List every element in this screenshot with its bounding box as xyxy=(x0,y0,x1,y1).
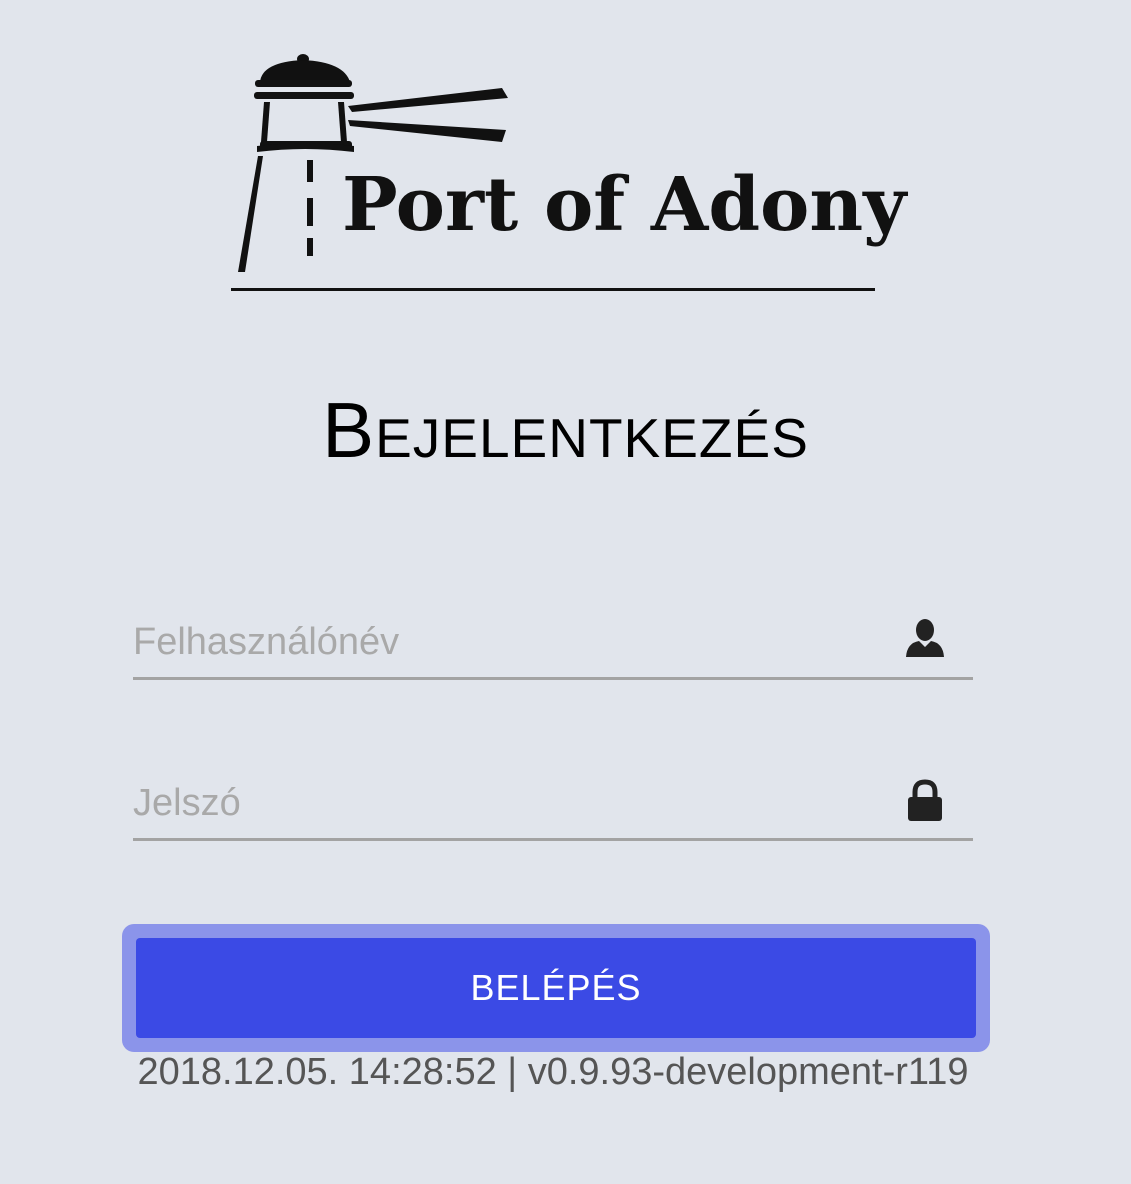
password-input[interactable] xyxy=(133,776,873,830)
logo-underline xyxy=(231,288,875,291)
version-info: 2018.12.05. 14:28:52 | v0.9.93-developme… xyxy=(137,1051,969,1093)
username-input[interactable] xyxy=(133,615,873,669)
username-field xyxy=(133,607,973,680)
page-title: Bejelentkezés xyxy=(322,386,809,474)
password-field xyxy=(133,768,973,841)
login-button[interactable]: BELÉPÉS xyxy=(136,938,976,1038)
user-icon xyxy=(903,617,947,661)
port-of-adony-logo: Port of Adony xyxy=(230,50,906,295)
login-button-focus-ring: BELÉPÉS xyxy=(122,924,990,1052)
lock-icon xyxy=(903,778,947,822)
logo-text: Port of Adony xyxy=(342,162,907,248)
